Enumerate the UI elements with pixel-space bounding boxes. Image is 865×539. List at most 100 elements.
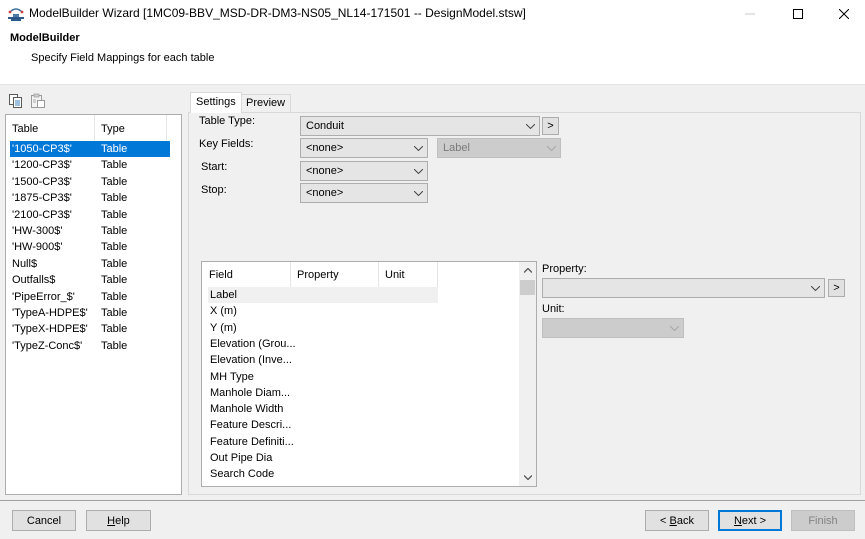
- start-value: <none>: [306, 165, 344, 177]
- table-type-dropdown[interactable]: Conduit: [300, 116, 540, 136]
- table-list-row[interactable]: '1200-CP3$' Table: [10, 157, 170, 173]
- field-grid-row[interactable]: Manhole Diam...: [208, 385, 438, 401]
- field-grid-row[interactable]: Search Code: [208, 466, 438, 482]
- scroll-up-button[interactable]: [519, 262, 536, 279]
- property-more-button[interactable]: >: [828, 279, 845, 297]
- field-grid-row[interactable]: Manhole Width: [208, 401, 438, 417]
- next-button[interactable]: Next >: [718, 510, 782, 531]
- column-separator[interactable]: [378, 262, 379, 287]
- title-bar: ModelBuilder Wizard [1MC09-BBV_MSD-DR-DM…: [0, 0, 865, 28]
- chevron-right-icon: >: [833, 282, 840, 294]
- field-mapping-grid[interactable]: Field Property Unit Label X (m) Y (m) Eleva…: [201, 261, 537, 487]
- table-name: '1050-CP3$': [12, 143, 72, 155]
- table-type: Table: [101, 175, 128, 188]
- table-list-row[interactable]: 'TypeA-HDPE$' Table: [10, 305, 170, 321]
- cancel-button[interactable]: Cancel: [12, 510, 76, 531]
- key-fields-secondary-dropdown[interactable]: Label: [437, 138, 561, 158]
- chevron-down-icon: [665, 319, 683, 337]
- wizard-header: ModelBuilder Specify Field Mappings for …: [0, 28, 865, 85]
- table-list-row[interactable]: '2100-CP3$' Table: [10, 207, 170, 223]
- table-name: 'TypeZ-Conc$': [12, 339, 83, 352]
- column-header-type[interactable]: Type: [101, 123, 125, 135]
- next-button-label: ext >: [741, 514, 767, 527]
- table-list[interactable]: Table Type '1050-CP3$' Table '1200-CP3$' Ta…: [5, 114, 182, 495]
- field-grid-row[interactable]: Y (m): [208, 320, 438, 336]
- table-name: 'TypeA-HDPE$': [12, 307, 88, 319]
- stop-label: Stop:: [201, 184, 227, 196]
- table-list-row[interactable]: 'PipeError_$' Table: [10, 289, 170, 305]
- field-grid-row[interactable]: Elevation (Inve...: [208, 352, 438, 368]
- property-label: Property:: [542, 263, 587, 275]
- table-name: '1500-CP3$': [12, 175, 72, 188]
- unit-label: Unit:: [542, 303, 565, 315]
- key-fields-dropdown[interactable]: <none>: [300, 138, 428, 158]
- table-type: Table: [101, 241, 128, 254]
- table-name: 'HW-900$': [12, 241, 63, 254]
- column-separator[interactable]: [166, 115, 167, 140]
- column-separator[interactable]: [290, 262, 291, 287]
- tab-preview[interactable]: Preview: [240, 94, 292, 112]
- field-grid-row[interactable]: X (m): [208, 303, 438, 319]
- chevron-up-icon: [523, 268, 532, 273]
- minimize-button[interactable]: [727, 0, 773, 28]
- table-type: Table: [101, 225, 128, 237]
- table-list-row[interactable]: 'HW-900$' Table: [10, 239, 170, 255]
- help-button-mnemonic: H: [107, 514, 116, 527]
- table-name: '1875-CP3$': [12, 192, 72, 205]
- table-list-row[interactable]: '1500-CP3$' Table: [10, 174, 170, 190]
- table-name: '1200-CP3$': [12, 159, 72, 172]
- column-header-property[interactable]: Property: [297, 269, 339, 281]
- stop-value: <none>: [306, 187, 344, 199]
- vertical-scrollbar[interactable]: [519, 262, 536, 486]
- table-name: 'HW-300$': [12, 225, 63, 237]
- table-list-row[interactable]: Null$ Table: [10, 256, 170, 272]
- key-fields-value: <none>: [306, 142, 344, 154]
- chevron-down-icon: [409, 162, 427, 180]
- table-list-row[interactable]: 'TypeZ-Conc$' Table: [10, 338, 170, 354]
- table-list-row[interactable]: Outfalls$ Table: [10, 272, 170, 288]
- table-list-row[interactable]: 'TypeX-HDPE$' Table: [10, 321, 170, 337]
- column-header-table[interactable]: Table: [12, 123, 38, 135]
- close-button[interactable]: [821, 0, 865, 28]
- back-button[interactable]: < Back: [645, 510, 709, 531]
- property-dropdown[interactable]: [542, 278, 825, 298]
- field-grid-row[interactable]: Elevation (Grou...: [208, 336, 438, 352]
- back-button-label: ack: [676, 514, 694, 527]
- scrollbar-thumb[interactable]: [520, 280, 535, 295]
- table-type-more-button[interactable]: >: [542, 117, 559, 135]
- paste-icon[interactable]: [30, 93, 46, 109]
- key-fields-secondary-value: Label: [443, 142, 470, 154]
- column-header-unit[interactable]: Unit: [385, 269, 405, 281]
- table-type-label: Table Type:: [199, 115, 256, 127]
- field-grid-row[interactable]: Label: [208, 287, 438, 303]
- table-list-row[interactable]: '1875-CP3$' Table: [10, 190, 170, 206]
- tab-settings[interactable]: Settings: [190, 92, 242, 113]
- table-list-row[interactable]: 'HW-300$' Table: [10, 223, 170, 239]
- chevron-down-icon: [409, 139, 427, 157]
- help-button[interactable]: Help: [86, 510, 151, 531]
- stop-dropdown[interactable]: <none>: [300, 183, 428, 203]
- table-name: '2100-CP3$': [12, 208, 72, 221]
- column-separator[interactable]: [94, 115, 95, 140]
- table-name: 'TypeX-HDPE$': [12, 323, 88, 336]
- column-separator[interactable]: [437, 262, 438, 287]
- back-button-prefix: <: [660, 514, 670, 527]
- field-grid-row[interactable]: Out Pipe Dia: [208, 450, 438, 466]
- table-list-row[interactable]: '1050-CP3$' Table: [10, 141, 170, 157]
- table-type: Table: [101, 307, 128, 319]
- close-icon: [839, 9, 849, 19]
- back-button-mnemonic: B: [669, 514, 677, 527]
- finish-button[interactable]: Finish: [791, 510, 855, 531]
- field-grid-row[interactable]: MH Type: [208, 369, 438, 385]
- scroll-down-button[interactable]: [519, 469, 536, 486]
- copy-icon[interactable]: [8, 93, 24, 109]
- next-button-mnemonic: N: [733, 514, 742, 527]
- table-type: Table: [101, 339, 128, 352]
- column-header-field[interactable]: Field: [209, 269, 233, 281]
- start-dropdown[interactable]: <none>: [300, 161, 428, 181]
- field-grid-row[interactable]: Feature Definiti...: [208, 434, 438, 450]
- maximize-button[interactable]: [775, 0, 821, 28]
- field-grid-header: Field Property Unit: [202, 262, 438, 287]
- field-grid-row[interactable]: Feature Descri...: [208, 417, 438, 433]
- unit-dropdown[interactable]: [542, 318, 684, 338]
